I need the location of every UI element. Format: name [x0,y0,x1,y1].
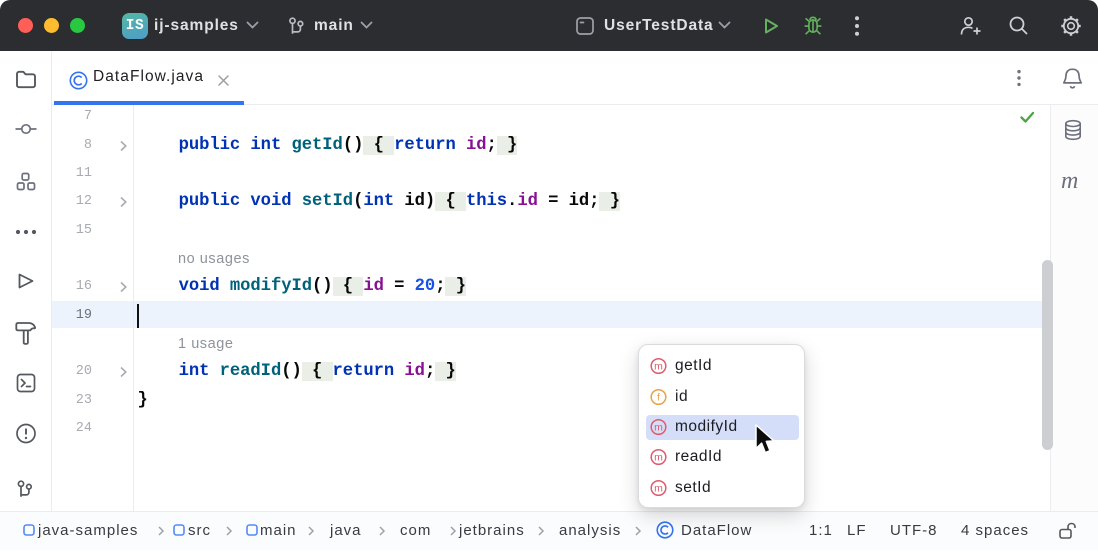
svg-text:m: m [654,422,663,434]
svg-text:m: m [654,483,663,495]
svg-text:m: m [654,452,663,464]
svg-text:f: f [657,391,660,403]
svg-text:m: m [654,360,663,372]
